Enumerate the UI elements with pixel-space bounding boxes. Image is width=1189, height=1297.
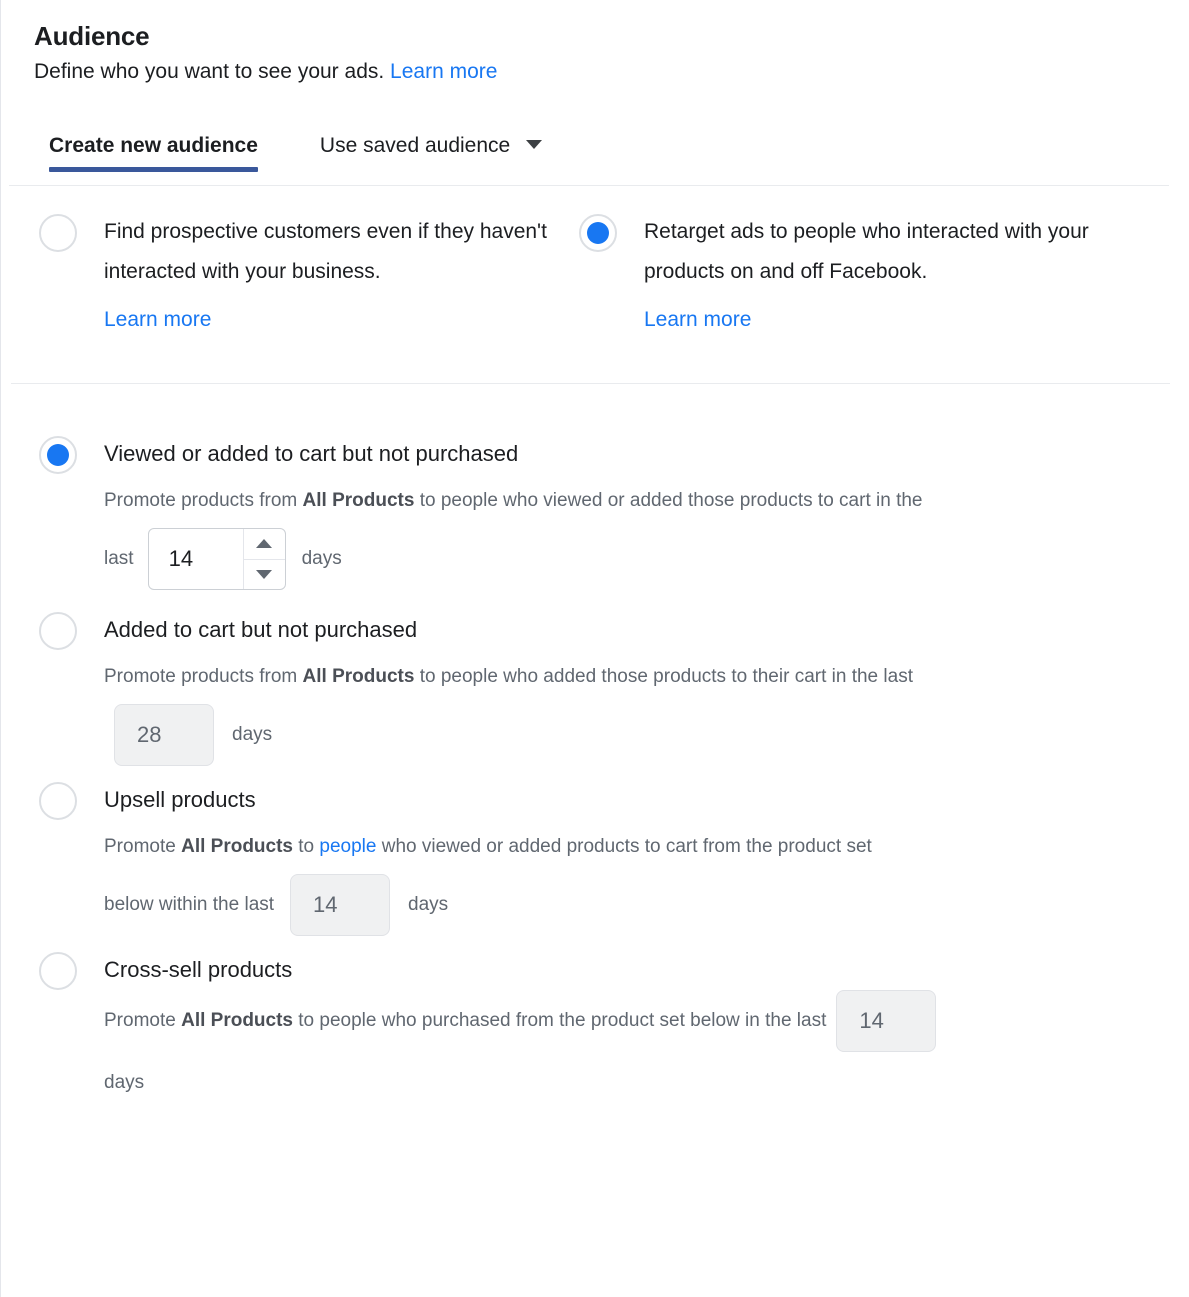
- audience-tabbar: Create new audience Use saved audience: [1, 129, 1189, 187]
- retention-suffix-label: days: [408, 894, 449, 916]
- option-description-added-to-cart: Promote products from All Products to pe…: [104, 650, 1189, 704]
- desc-people-link[interactable]: people: [319, 836, 376, 857]
- option-title-cross-sell: Cross-sell products: [104, 957, 293, 983]
- desc-text: to people who added those products to th…: [414, 666, 913, 688]
- radio-cross-sell[interactable]: [39, 952, 77, 991]
- option-description-upsell: Promote All Products to people who viewe…: [104, 820, 1189, 874]
- retention-suffix-label: days: [232, 724, 273, 746]
- retention-days-field-upsell[interactable]: 14: [290, 874, 391, 937]
- retargeting-option-cross-sell[interactable]: Cross-sell products Promote All Products…: [1, 950, 1189, 1114]
- desc-product-set: All Products: [181, 836, 293, 858]
- page-title: Audience: [34, 21, 150, 51]
- chevron-down-icon: [526, 140, 543, 150]
- caret-down-icon: [256, 569, 273, 579]
- retention-days-stepper-viewed-or-added[interactable]: 14: [147, 528, 286, 591]
- retention-prefix-label: last: [104, 548, 134, 570]
- tab-use-saved-audience[interactable]: Use saved audience: [319, 129, 543, 158]
- option-retention-row-viewed-or-added: last 14 days: [104, 528, 1189, 591]
- header-learn-more-link[interactable]: Learn more: [390, 60, 497, 83]
- tab-create-new-audience-label: Create new audience: [49, 134, 258, 158]
- option-description-viewed-or-added: Promote products from All Products to pe…: [104, 474, 1189, 528]
- retention-days-value[interactable]: 14: [149, 529, 243, 589]
- retargeting-option-upsell[interactable]: Upsell products Promote All Products to …: [1, 780, 1189, 937]
- desc-text: to: [293, 836, 320, 858]
- retention-prefix-label: below within the last: [104, 894, 275, 916]
- tab-active-indicator: [49, 167, 258, 173]
- page-subtitle: Define who you want to see your ads. Lea…: [34, 58, 1189, 85]
- option-title-viewed-or-added: Viewed or added to cart but not purchase…: [104, 441, 519, 467]
- stepper-arrows[interactable]: [242, 529, 285, 590]
- desc-product-set: All Products: [302, 490, 415, 512]
- stepper-increment-button[interactable]: [243, 529, 285, 560]
- radio-viewed-or-added[interactable]: [39, 436, 77, 475]
- option-spacer: [1, 936, 1189, 950]
- retention-suffix-label: days: [301, 548, 342, 570]
- retention-days-field-cross-sell[interactable]: 14: [836, 990, 937, 1053]
- tab-use-saved-audience-label: Use saved audience: [319, 134, 511, 158]
- option-title-added-to-cart: Added to cart but not purchased: [104, 617, 418, 643]
- audience-mode-prospecting-text: Find prospective customers even if they …: [104, 220, 547, 284]
- audience-mode-option-prospecting[interactable]: Find prospective customers even if they …: [1, 212, 579, 340]
- option-title-upsell: Upsell products: [104, 787, 256, 813]
- caret-up-icon: [256, 539, 273, 549]
- radio-dot: [47, 444, 69, 467]
- retargeting-options-group: Viewed or added to cart but not purchase…: [1, 384, 1189, 1114]
- desc-product-set: All Products: [181, 1010, 293, 1032]
- option-spacer: [1, 590, 1189, 610]
- retargeting-option-viewed-or-added[interactable]: Viewed or added to cart but not purchase…: [1, 434, 1189, 591]
- stepper-decrement-button[interactable]: [244, 560, 285, 590]
- desc-text: Promote products from: [104, 490, 303, 512]
- audience-mode-option-retarget[interactable]: Retarget ads to people who interacted wi…: [579, 212, 1114, 340]
- audience-panel: Audience Define who you want to see your…: [0, 0, 1189, 1297]
- desc-text: to people who purchased from the product…: [293, 1010, 827, 1032]
- desc-text: Promote: [104, 1010, 182, 1032]
- audience-mode-group: Find prospective customers even if they …: [1, 186, 1189, 340]
- desc-product-set: All Products: [302, 666, 415, 688]
- desc-text: who viewed or added products to cart fro…: [376, 836, 872, 858]
- audience-mode-prospecting-learn-more[interactable]: Learn more: [104, 300, 211, 340]
- option-retention-row-cross-sell: days: [104, 1052, 1189, 1114]
- desc-text: to people who viewed or added those prod…: [414, 490, 923, 512]
- option-retention-row-added-to-cart: 28 days: [104, 704, 1189, 767]
- panel-header: Audience Define who you want to see your…: [1, 0, 1189, 85]
- audience-mode-retarget-learn-more[interactable]: Learn more: [644, 300, 751, 340]
- radio-prospecting[interactable]: [39, 214, 77, 253]
- audience-mode-retarget-text: Retarget ads to people who interacted wi…: [644, 220, 1089, 284]
- radio-upsell[interactable]: [39, 782, 77, 821]
- retention-suffix-label: days: [104, 1072, 145, 1094]
- desc-text: Promote: [104, 836, 182, 858]
- page-subtitle-text: Define who you want to see your ads.: [34, 59, 385, 83]
- radio-retarget[interactable]: [579, 214, 617, 253]
- radio-added-to-cart[interactable]: [39, 612, 77, 651]
- retention-days-field-added-to-cart[interactable]: 28: [114, 704, 214, 767]
- option-retention-row-upsell: below within the last 14 days: [104, 874, 1189, 937]
- option-spacer: [1, 766, 1189, 780]
- option-description-cross-sell: Promote All Products to people who purch…: [104, 990, 1189, 1053]
- tab-create-new-audience[interactable]: Create new audience: [49, 129, 258, 173]
- desc-text: Promote products from: [104, 666, 303, 688]
- radio-dot: [587, 222, 609, 245]
- retargeting-option-added-to-cart[interactable]: Added to cart but not purchased Promote …: [1, 610, 1189, 767]
